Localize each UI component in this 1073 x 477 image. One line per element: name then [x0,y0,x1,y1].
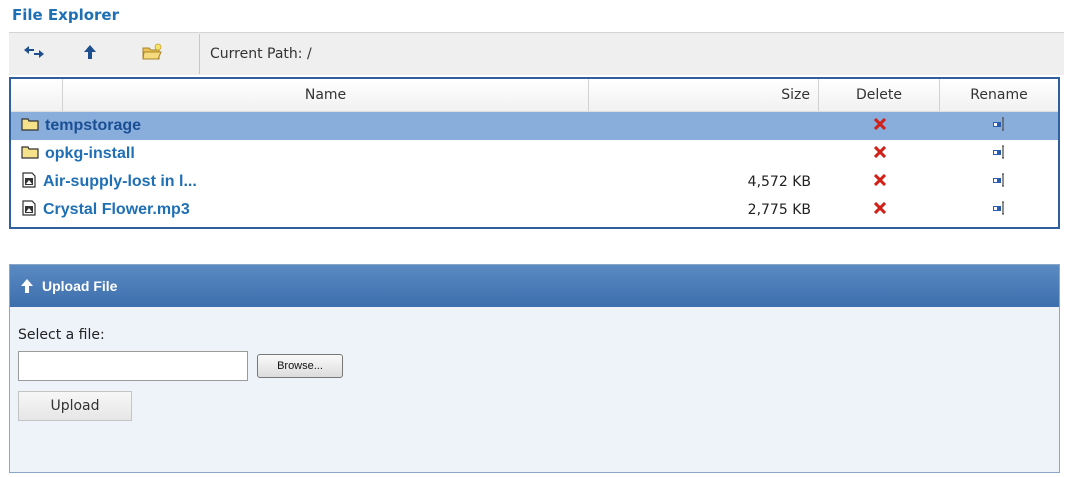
upload-header-title: Upload File [42,278,118,294]
upload-button[interactable]: Upload [18,391,132,421]
rename-button[interactable] [940,173,1058,191]
header-spacer [11,79,63,111]
browse-button[interactable]: Browse... [257,354,343,378]
rename-icon [992,117,1006,135]
delete-x-icon [873,173,886,190]
header-name[interactable]: Name [63,79,589,111]
rename-button[interactable] [940,201,1058,219]
delete-button[interactable] [819,145,940,162]
table-header: Name Size Delete Rename [11,79,1058,112]
table-row[interactable]: Air-supply-lost in l... 4,572 KB [11,168,1058,196]
upload-panel: Upload File Select a file: Browse... Upl… [9,264,1060,473]
rename-button[interactable] [940,145,1058,163]
file-name-link[interactable]: opkg-install [45,145,135,163]
delete-x-icon [873,201,886,218]
table-row[interactable]: opkg-install [11,140,1058,168]
up-directory-button[interactable] [59,33,121,75]
upload-header: Upload File [10,265,1059,307]
folder-icon [21,117,39,135]
file-name-link[interactable]: Crystal Flower.mp3 [43,201,190,219]
page-title: File Explorer [12,6,119,24]
rename-icon [992,201,1006,219]
rename-icon [992,173,1006,191]
up-arrow-icon [83,44,97,64]
file-size: 2,775 KB [747,202,811,218]
file-name-link[interactable]: Air-supply-lost in l... [43,173,197,191]
header-rename: Rename [970,87,1028,103]
delete-button[interactable] [819,201,940,218]
rename-button[interactable] [940,117,1058,135]
folder-icon [21,145,39,163]
file-path-input[interactable] [18,351,248,381]
header-delete: Delete [819,79,940,111]
delete-button[interactable] [819,117,940,134]
table-row[interactable]: tempstorage [11,112,1058,140]
current-path: Current Path: / [210,46,312,62]
file-size: 4,572 KB [747,174,811,190]
rename-icon [992,145,1006,163]
delete-x-icon [873,145,886,162]
new-folder-button[interactable] [121,33,183,75]
file-icon [21,172,37,192]
file-icon [21,200,37,220]
toolbar-separator [199,34,200,74]
back-button[interactable] [9,33,59,75]
delete-x-icon [873,117,886,134]
upload-arrow-icon [20,278,34,294]
header-size[interactable]: Size [589,79,819,111]
toolbar: Current Path: / [9,32,1064,75]
select-file-label: Select a file: [18,327,105,343]
new-folder-icon [141,43,163,65]
file-table: Name Size Delete Rename tempstorage opkg… [9,77,1060,229]
table-row[interactable]: Crystal Flower.mp3 2,775 KB [11,196,1058,224]
delete-button[interactable] [819,173,940,190]
swap-arrows-icon [23,45,45,63]
file-name-link[interactable]: tempstorage [45,117,141,135]
